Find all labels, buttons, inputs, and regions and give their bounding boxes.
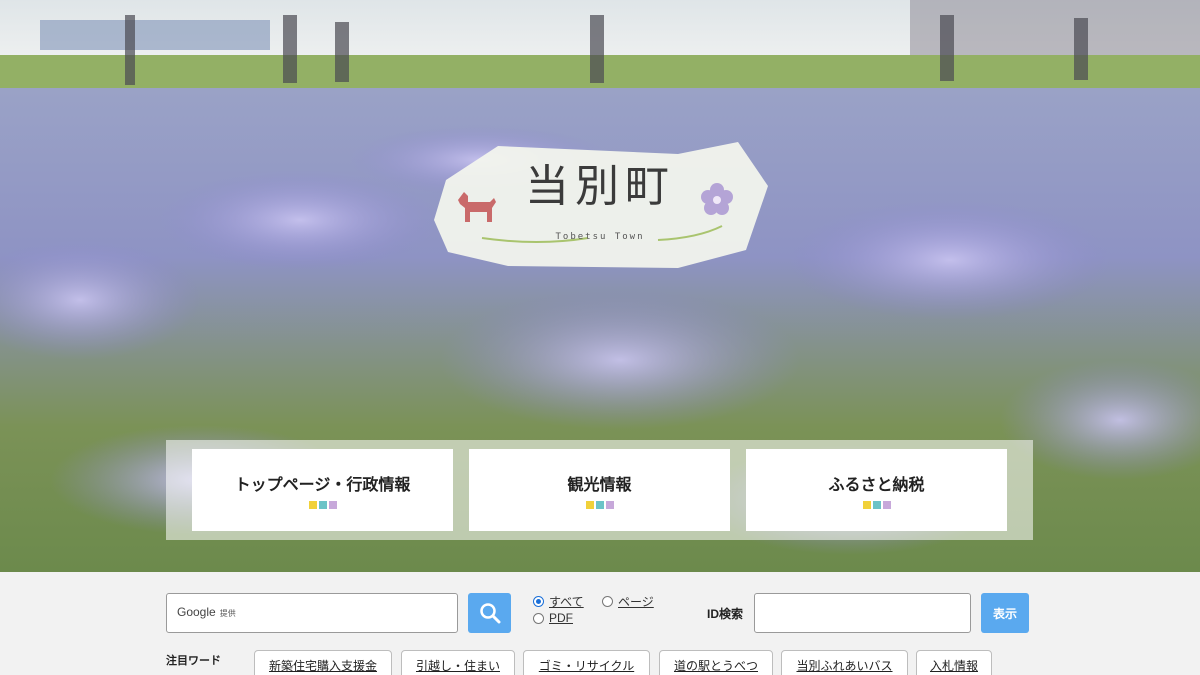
swatch-teal [872,501,881,509]
keyword-button[interactable]: 道の駅とうべつ [659,650,773,675]
color-swatches [862,501,891,509]
color-swatches [308,501,337,509]
show-button[interactable]: 表示 [981,593,1029,633]
keyword-button[interactable]: 引越し・住まい [401,650,515,675]
radio-pdf[interactable]: PDF [533,611,573,625]
nav-card-label: 観光情報 [567,477,632,494]
radio-dot[interactable] [602,596,613,607]
swatch-yellow [308,501,317,509]
keyword-button[interactable]: 入札情報 [916,650,992,675]
featured-keywords-label: 注目ワード [166,655,221,667]
logo-title: 当別町 [525,161,675,212]
radio-page[interactable]: ページ [602,593,654,610]
google-provided-label: Google 提供 [177,605,236,619]
keyword-button[interactable]: 新築住宅購入支援金 [254,650,392,675]
flower-icon [701,183,733,215]
radio-dot-checked[interactable] [533,596,544,607]
color-swatches [585,501,614,509]
nav-card-hometown-tax[interactable]: ふるさと納税 [746,449,1007,531]
google-label: Google [177,605,216,619]
radio-label: ページ [618,595,654,609]
nav-card-label: トップページ・行政情報 [234,477,411,494]
hero-banner: 当別町 Tobetsu Town トップページ・行政情報 観光情報 ふるさと納税 [0,0,1200,572]
id-search-label: ID検索 [707,607,744,621]
swatch-teal [318,501,327,509]
swatch-yellow [585,501,594,509]
horse-icon [458,192,496,222]
nav-card-top-page[interactable]: トップページ・行政情報 [192,449,453,531]
keyword-button[interactable]: 当別ふれあいバス [781,650,908,675]
swatch-lavender [882,501,891,509]
site-search-box[interactable]: Google 提供 [166,593,458,633]
magnifier-icon [479,603,500,624]
search-button[interactable] [468,593,511,633]
main-navigation-panel: トップページ・行政情報 観光情報 ふるさと納税 [166,440,1033,540]
google-sub-label: 提供 [219,609,236,618]
radio-all[interactable]: すべて [533,593,584,610]
radio-dot[interactable] [533,612,544,624]
radio-label: すべて [549,595,584,609]
swatch-yellow [862,501,871,509]
nav-card-label: ふるさと納税 [828,477,925,494]
radio-label: PDF [549,611,573,625]
id-search-input[interactable] [754,593,971,633]
swatch-lavender [605,501,614,509]
swatch-teal [595,501,604,509]
keyword-button[interactable]: ゴミ・リサイクル [523,650,650,675]
site-search-input[interactable] [247,598,452,628]
swatch-lavender [328,501,337,509]
logo-subtitle: Tobetsu Town [555,232,645,242]
nav-card-tourism[interactable]: 観光情報 [469,449,730,531]
search-area: Google 提供 すべて ページ PDF ID検索 表示 注目ワード 新築住宅購… [0,572,1200,675]
